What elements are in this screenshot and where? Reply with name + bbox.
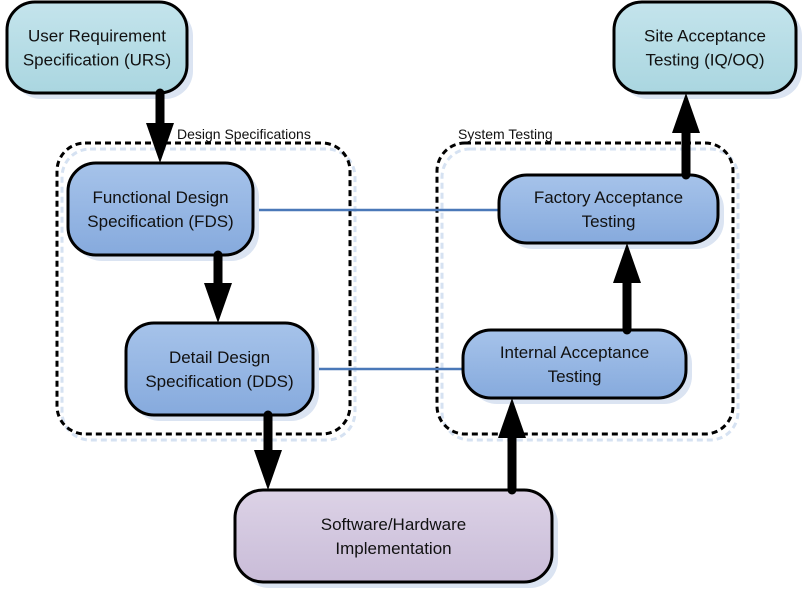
node-label-line: Detail Design [169, 348, 270, 367]
node-label-line: User Requirement [28, 27, 166, 46]
node-box [461, 328, 688, 400]
node-box [497, 173, 720, 245]
node-box [612, 0, 798, 95]
node-dds: Detail Design Specification (DDS) [124, 321, 319, 421]
arrow-impl-iat [498, 398, 526, 495]
node-box [66, 161, 255, 257]
arrow-iat-fat [613, 243, 641, 335]
node-sat: Site Acceptance Testing (IQ/OQ) [612, 0, 802, 99]
group-label: System Testing [458, 126, 553, 142]
group-label: Design Specifications [177, 126, 311, 142]
arrow-urs-fds [146, 88, 174, 163]
node-label-line: Specification (URS) [23, 51, 171, 70]
arrow-dds-impl [254, 410, 282, 490]
node-label-line: Functional Design [92, 188, 228, 207]
node-fat: Factory Acceptance Testing [497, 173, 724, 249]
node-label-line: Site Acceptance [644, 27, 766, 46]
arrow-fds-dds [204, 250, 232, 323]
arrow-fat-sat [672, 93, 700, 180]
node-iat: Internal Acceptance Testing [461, 328, 692, 404]
node-label-line: Testing [548, 367, 602, 386]
node-fds: Functional Design Specification (FDS) [66, 161, 259, 261]
node-box [124, 321, 315, 417]
v-model-diagram: Design Specifications System Testing Use… [5, 0, 802, 588]
node-box [233, 488, 554, 584]
node-impl: Software/Hardware Implementation [233, 488, 558, 588]
node-label-line: Factory Acceptance [534, 188, 683, 207]
node-label-line: Specification (DDS) [145, 372, 293, 391]
node-label-line: Software/Hardware [321, 515, 467, 534]
node-label-line: Testing (IQ/OQ) [645, 51, 764, 70]
node-label-line: Specification (FDS) [87, 212, 233, 231]
node-label-line: Testing [582, 212, 636, 231]
node-urs: User Requirement Specification (URS) [5, 0, 193, 99]
node-box [5, 0, 189, 95]
node-label-line: Implementation [335, 539, 451, 558]
node-label-line: Internal Acceptance [500, 343, 649, 362]
